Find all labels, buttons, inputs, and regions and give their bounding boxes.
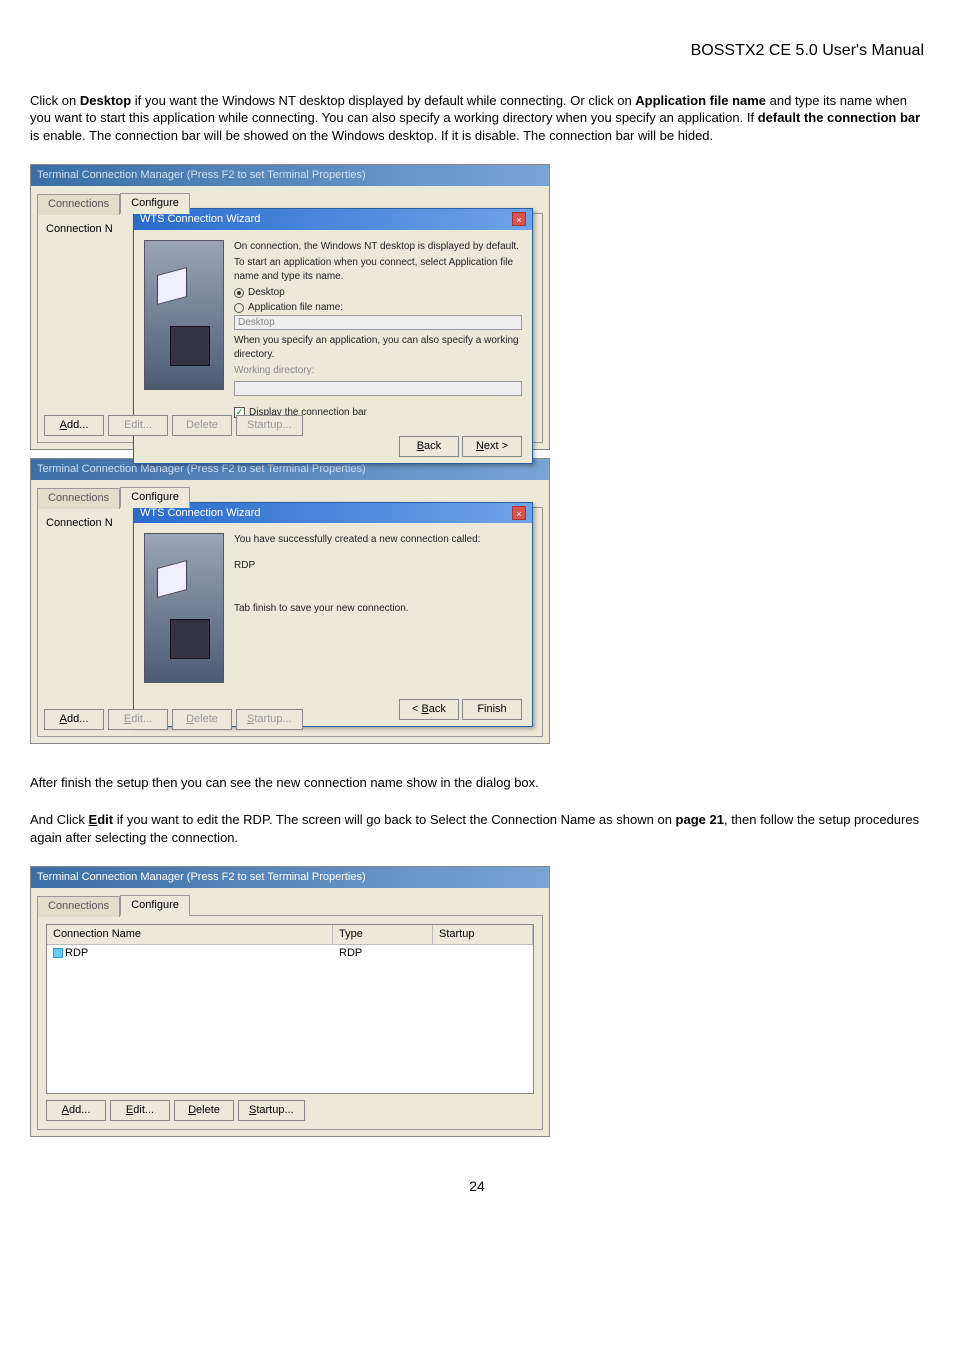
bold-default-conn-bar: default the connection bar	[758, 110, 921, 125]
wizard-body: You have successfully created a new conn…	[134, 523, 532, 693]
wizard-text-line: Tab finish to save your new connection.	[234, 602, 522, 616]
floppy-icon	[170, 326, 210, 366]
startup-button[interactable]: Startup...	[236, 709, 303, 730]
bold-app-file-name: Application file name	[635, 93, 766, 108]
list-item[interactable]: RDP RDP	[47, 945, 533, 962]
wizard-text-line: When you specify an application, you can…	[234, 334, 522, 361]
terminal-connection-manager-window: Terminal Connection Manager (Press F2 to…	[30, 458, 550, 744]
tab-configure[interactable]: Configure	[120, 895, 190, 916]
body-paragraph: Click on Desktop if you want the Windows…	[30, 92, 924, 145]
list-cell-startup	[433, 945, 533, 962]
text: And Click	[30, 812, 89, 827]
column-header-type[interactable]: Type	[333, 925, 433, 944]
floppy-icon	[157, 267, 187, 305]
tab-panel-configure: Connection N WTS Connection Wizard × On …	[37, 213, 543, 443]
radio-icon	[234, 303, 244, 313]
page-number: 24	[30, 1177, 924, 1196]
startup-button[interactable]: Startup...	[238, 1100, 305, 1121]
tab-configure[interactable]: Configure	[120, 487, 190, 508]
text: Click on	[30, 93, 80, 108]
bottom-button-row: Add... Edit... Delete Startup...	[44, 709, 303, 730]
wizard-text-line: To start an application when you connect…	[234, 256, 522, 283]
edit-button[interactable]: Edit...	[110, 1100, 170, 1121]
delete-button[interactable]: Delete	[172, 415, 232, 436]
floppy-icon	[170, 619, 210, 659]
startup-button[interactable]: Startup...	[236, 415, 303, 436]
tab-bar: Connections Configure	[31, 888, 549, 915]
bottom-button-row: Add... Edit... Delete Startup...	[44, 415, 303, 436]
radio-desktop[interactable]: Desktop	[234, 286, 522, 300]
panel-button-row: Add... Edit... Delete Startup...	[46, 1100, 534, 1121]
window-title: Terminal Connection Manager (Press F2 to…	[37, 168, 366, 183]
connection-list: Connection Name Type Startup RDP RDP	[46, 924, 534, 1094]
window-title: Terminal Connection Manager (Press F2 to…	[37, 870, 366, 885]
list-cell-type: RDP	[333, 945, 433, 962]
tab-panel-configure: Connection Name Type Startup RDP RDP Add…	[37, 915, 543, 1130]
floppy-icon	[157, 560, 187, 598]
terminal-connection-manager-window: Terminal Connection Manager (Press F2 to…	[30, 866, 550, 1137]
tab-connections[interactable]: Connections	[37, 194, 120, 215]
radio-icon	[234, 288, 244, 298]
wizard-text-line: You have successfully created a new conn…	[234, 533, 522, 547]
list-cell-name: RDP	[47, 945, 333, 962]
list-cell-text: RDP	[65, 947, 88, 959]
finish-button[interactable]: Finish	[462, 699, 522, 720]
tab-configure[interactable]: Configure	[120, 193, 190, 214]
wizard-text-area: On connection, the Windows NT desktop is…	[234, 240, 522, 421]
window-titlebar: Terminal Connection Manager (Press F2 to…	[31, 867, 549, 888]
wizard-text-line: On connection, the Windows NT desktop is…	[234, 240, 522, 254]
tab-panel-configure: Connection N WTS Connection Wizard × You…	[37, 507, 543, 737]
text: if you want the Windows NT desktop displ…	[131, 93, 635, 108]
back-button[interactable]: < Back	[399, 699, 459, 720]
radio-application-file[interactable]: Application file name:	[234, 301, 522, 315]
text: is enable. The connection bar will be sh…	[30, 128, 713, 143]
list-header-row: Connection Name Type Startup	[47, 925, 533, 945]
terminal-connection-manager-window: Terminal Connection Manager (Press F2 to…	[30, 164, 550, 450]
edit-button[interactable]: Edit...	[108, 709, 168, 730]
wizard-title-text: WTS Connection Wizard	[140, 506, 260, 521]
body-paragraph: And Click Edit if you want to edit the R…	[30, 811, 924, 846]
application-file-input[interactable]: Desktop	[234, 315, 522, 330]
bold-page-21: page 21	[676, 812, 724, 827]
underline-edit: E	[89, 812, 98, 827]
bold-desktop: Desktop	[80, 93, 131, 108]
radio-label: Application file name:	[248, 301, 343, 315]
add-button[interactable]: Add...	[46, 1100, 106, 1121]
wizard-body: On connection, the Windows NT desktop is…	[134, 230, 532, 431]
tab-connections[interactable]: Connections	[37, 488, 120, 509]
close-icon[interactable]: ×	[512, 212, 526, 226]
column-header-connection-name[interactable]: Connection Name	[47, 925, 333, 944]
wizard-title-text: WTS Connection Wizard	[140, 212, 260, 227]
back-button[interactable]: Back	[399, 436, 459, 457]
edit-button[interactable]: Edit...	[108, 415, 168, 436]
wts-connection-wizard: WTS Connection Wizard × You have success…	[133, 502, 533, 728]
body-paragraph: After finish the setup then you can see …	[30, 774, 924, 792]
working-directory-input[interactable]	[234, 381, 522, 396]
add-button[interactable]: Add...	[44, 415, 104, 436]
tab-connections[interactable]: Connections	[37, 896, 120, 917]
wizard-connection-name: RDP	[234, 559, 522, 573]
add-button[interactable]: Add...	[44, 709, 104, 730]
text: if you want to edit the RDP. The screen …	[113, 812, 675, 827]
window-titlebar: Terminal Connection Manager (Press F2 to…	[31, 165, 549, 186]
working-directory-label: Working directory:	[234, 364, 522, 378]
next-button[interactable]: Next >	[462, 436, 522, 457]
wizard-text-area: You have successfully created a new conn…	[234, 533, 522, 683]
wizard-artwork	[144, 240, 224, 390]
delete-button[interactable]: Delete	[172, 709, 232, 730]
wizard-titlebar: WTS Connection Wizard ×	[134, 503, 532, 524]
connection-icon	[53, 948, 63, 958]
wizard-artwork	[144, 533, 224, 683]
window-title: Terminal Connection Manager (Press F2 to…	[37, 462, 366, 477]
radio-label: Desktop	[248, 286, 285, 300]
page-title: BOSSTX2 CE 5.0 User's Manual	[30, 40, 924, 62]
delete-button[interactable]: Delete	[174, 1100, 234, 1121]
column-header-startup[interactable]: Startup	[433, 925, 533, 944]
wizard-titlebar: WTS Connection Wizard ×	[134, 209, 532, 230]
close-icon[interactable]: ×	[512, 506, 526, 520]
